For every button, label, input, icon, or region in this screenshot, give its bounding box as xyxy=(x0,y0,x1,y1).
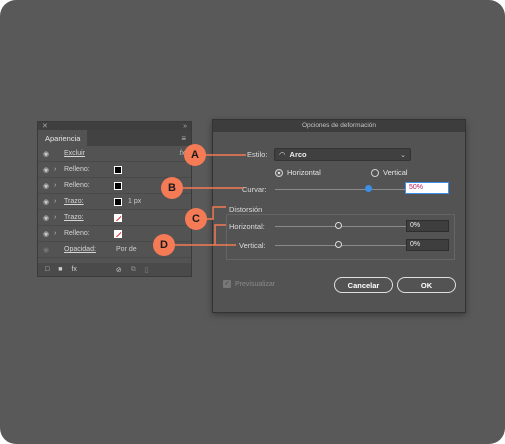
opacity-value[interactable]: Por de xyxy=(116,246,137,253)
row-label[interactable]: Trazo: xyxy=(64,214,114,221)
duplicate-icon[interactable]: ⧉ xyxy=(131,266,136,274)
callout-b: B xyxy=(161,177,183,199)
arc-icon: ◠ xyxy=(279,150,286,159)
new-fill-icon[interactable]: ■ xyxy=(58,266,62,273)
style-select[interactable]: ◠ Arco ⌄ xyxy=(274,148,411,161)
bend-label: Curvar: xyxy=(242,185,267,194)
radio-selected-icon xyxy=(275,168,283,177)
eye-icon[interactable]: ◉ xyxy=(38,198,54,206)
trash-icon[interactable]: ▯ xyxy=(145,266,149,274)
dist-vertical-slider-thumb[interactable] xyxy=(335,241,342,248)
eye-icon[interactable]: ◉ xyxy=(38,182,54,190)
chevron-right-icon[interactable]: › xyxy=(54,230,64,237)
eye-icon[interactable]: ◉ xyxy=(38,230,54,238)
bend-value-field[interactable]: 50% xyxy=(405,182,449,194)
ok-button[interactable]: OK xyxy=(397,277,456,293)
bend-slider-thumb[interactable] xyxy=(365,185,372,192)
dist-horizontal-slider-thumb[interactable] xyxy=(335,222,342,229)
panel-top-bar: ✕ » xyxy=(38,122,191,130)
callout-c: C xyxy=(185,208,207,230)
cancel-button[interactable]: Cancelar xyxy=(334,277,393,293)
fill-swatch[interactable] xyxy=(114,165,122,174)
style-value: Arco xyxy=(289,150,307,159)
callout-d: D xyxy=(153,234,175,256)
row-label: Relleno: xyxy=(64,230,90,237)
appearance-row-excluir[interactable]: ◉ Excluir fx xyxy=(38,146,191,162)
row-label[interactable]: Opacidad: xyxy=(64,246,114,253)
style-label: Estilo: xyxy=(247,150,268,159)
radio-horizontal[interactable]: Horizontal xyxy=(275,168,321,177)
new-stroke-icon[interactable]: □ xyxy=(45,266,49,273)
eye-icon[interactable]: ◉ xyxy=(38,166,54,174)
chevron-right-icon[interactable]: › xyxy=(54,166,64,173)
dist-horizontal-field[interactable]: 0% xyxy=(406,220,449,232)
appearance-row-fill-1[interactable]: ◉ › Relleno: xyxy=(38,162,191,178)
stroke-swatch[interactable] xyxy=(114,197,122,206)
bend-slider-track[interactable] xyxy=(275,189,405,190)
eye-icon[interactable]: ◉ xyxy=(38,214,54,222)
row-label: Relleno: xyxy=(64,182,90,189)
tab-apariencia[interactable]: Apariencia xyxy=(38,130,88,146)
appearance-row-stroke-2[interactable]: ◉ › Trazo: xyxy=(38,210,191,226)
collapse-icon[interactable]: » xyxy=(183,123,187,130)
fx-menu-icon[interactable]: fx xyxy=(71,266,76,273)
row-label[interactable]: Trazo: xyxy=(64,198,114,205)
panel-bottom-toolbar: □ ■ fx ⊘ ⧉ ▯ xyxy=(38,263,191,276)
dist-vertical-label: Vertical: xyxy=(239,241,266,250)
panel-menu-icon[interactable]: ≡ xyxy=(181,134,186,143)
row-label[interactable]: Excluir xyxy=(64,150,114,157)
radio-unselected-icon xyxy=(371,168,379,177)
row-label: Relleno: xyxy=(64,166,90,173)
none-swatch[interactable] xyxy=(114,213,122,222)
chevron-down-icon: ⌄ xyxy=(400,151,406,159)
dist-horizontal-label: Horizontal: xyxy=(229,222,265,231)
checkmark-icon: ✓ xyxy=(223,280,231,288)
eye-icon[interactable]: ◉ xyxy=(38,246,54,254)
panel-tab-bar: Apariencia ≡ xyxy=(38,130,191,146)
chevron-right-icon[interactable]: › xyxy=(54,214,64,221)
eye-icon[interactable]: ◉ xyxy=(38,150,54,158)
warp-options-dialog: Opciones de deformación Estilo: ◠ Arco ⌄… xyxy=(212,119,466,313)
dialog-title: Opciones de deformación xyxy=(213,120,465,132)
stroke-weight[interactable]: 1 px xyxy=(128,198,141,205)
chevron-right-icon[interactable]: › xyxy=(54,198,64,205)
clear-icon[interactable]: ⊘ xyxy=(116,266,122,274)
none-swatch[interactable] xyxy=(114,229,122,238)
callout-a: A xyxy=(184,144,206,166)
dist-vertical-field[interactable]: 0% xyxy=(406,239,449,251)
radio-vertical[interactable]: Vertical xyxy=(371,168,408,177)
preview-checkbox[interactable]: ✓ Previsualizar xyxy=(223,280,275,288)
close-icon[interactable]: ✕ xyxy=(42,122,48,130)
chevron-right-icon[interactable]: › xyxy=(54,182,64,189)
fill-swatch[interactable] xyxy=(114,181,122,190)
distortion-label: Distorsión xyxy=(229,205,263,214)
